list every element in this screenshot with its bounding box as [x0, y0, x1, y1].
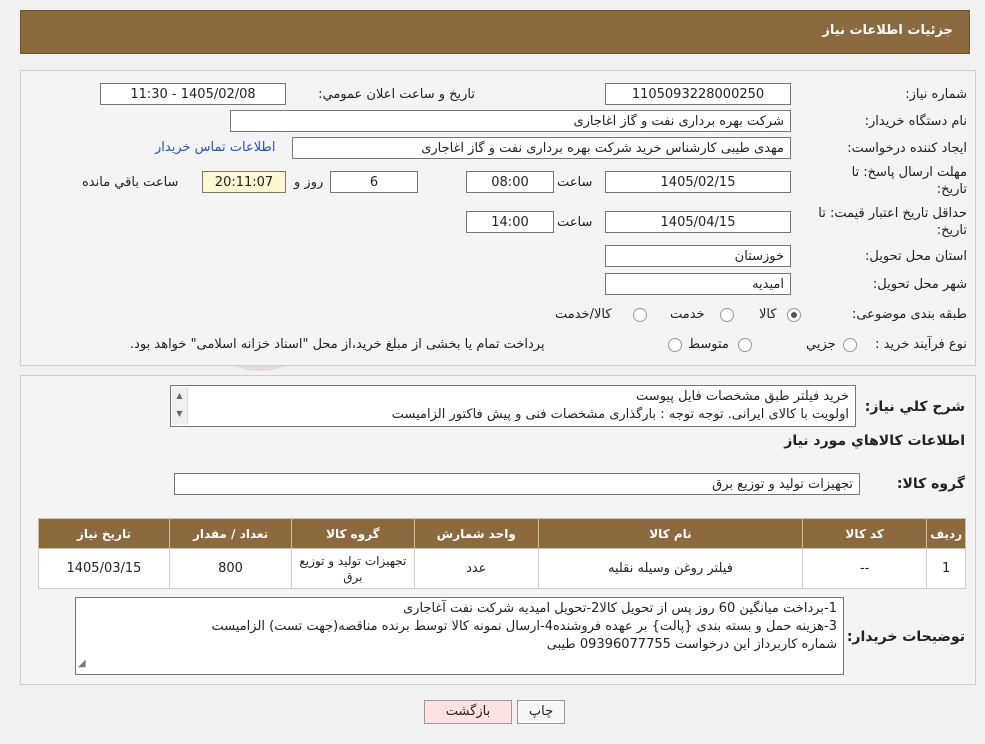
description-textarea[interactable]: خرید فیلتر طبق مشخصات فایل پیوست اولویت … [170, 385, 856, 427]
process-note: پرداخت تمام يا بخشی از مبلغ خريد،از محل … [130, 337, 545, 352]
category-radio-service[interactable] [720, 308, 734, 322]
page-header: جزئیات اطلاعات نیاز [20, 10, 970, 54]
col-header-unit: واحد شمارش [413, 518, 539, 549]
province-field: خوزستان [605, 245, 791, 267]
process-option-partial: جزيي [806, 337, 836, 352]
validity-time-field: 14:00 [466, 211, 554, 233]
print-button[interactable]: چاپ [517, 700, 565, 724]
need-number-field: 1105093228000250 [605, 83, 791, 105]
col-header-name: نام کالا [537, 518, 803, 549]
requester-label: ايجاد کننده درخواست: [847, 141, 967, 156]
deadline-time-label: ساعت [557, 175, 593, 190]
days-label: روز و [294, 175, 324, 190]
buyer-org-label: نام دستگاه خريدار: [864, 114, 967, 129]
days-remaining-field: 6 [330, 171, 418, 193]
description-label: شرح کلي نياز: [864, 399, 965, 415]
city-label: شهر محل تحويل: [872, 277, 967, 292]
buyer-notes-textarea[interactable]: 1-برداخت میانگین 60 روز پس از تحویل کالا… [75, 597, 844, 675]
goods-section-title: اطلاعات کالاهاي مورد نياز [784, 433, 965, 449]
category-radio-goods-service[interactable] [633, 308, 647, 322]
category-radio-goods[interactable] [787, 308, 801, 322]
description-line-1: خرید فیلتر طبق مشخصات فایل پیوست [636, 389, 849, 404]
goods-group-label: گروه کالا: [896, 476, 965, 492]
goods-table: رديف کد کالا نام کالا واحد شمارش گروه کا… [38, 518, 966, 589]
page-title: جزئیات اطلاعات نیاز [822, 23, 953, 38]
description-scrollbar[interactable]: ▲ ▼ [172, 387, 188, 425]
back-button[interactable]: بازگشت [424, 700, 512, 724]
goods-table-container: رديف کد کالا نام کالا واحد شمارش گروه کا… [38, 518, 966, 589]
col-header-code: کد کالا [801, 518, 928, 549]
validity-date-field: 1405/04/15 [605, 211, 791, 233]
announce-field: 1405/02/08 - 11:30 [100, 83, 286, 105]
col-header-group: گروه کالا [291, 518, 415, 549]
process-radio-partial[interactable] [843, 338, 857, 352]
col-header-need-date: تاريخ نياز [38, 518, 170, 549]
cell-code: -- [801, 548, 928, 589]
cell-need-date: 1405/03/15 [38, 548, 170, 589]
buyer-notes-line-1: 1-برداخت میانگین 60 روز پس از تحویل کالا… [403, 601, 837, 616]
buyer-notes-line-2: 3-هزینه حمل و بسته بندی {پالت} بر عهده ف… [211, 619, 837, 634]
category-option-service: خدمت [670, 307, 705, 322]
buyer-notes-line-3: شماره کاربرداز این درخواست 09396077755 ط… [546, 637, 837, 652]
validity-time-label: ساعت [557, 215, 593, 230]
deadline-label-1: مهلت ارسال پاسخ: تا [851, 165, 967, 180]
deadline-time-field: 08:00 [466, 171, 554, 193]
deadline-label-2: تاريخ: [936, 182, 967, 197]
remaining-time-field: 20:11:07 [202, 171, 286, 193]
col-header-quantity: تعداد / مقدار [168, 518, 293, 549]
validity-label-2: تاريخ: [936, 223, 967, 238]
province-label: استان محل تحويل: [865, 249, 967, 264]
process-radio-medium[interactable] [738, 338, 752, 352]
cell-unit: عدد [413, 548, 539, 589]
city-field: امیدیه [605, 273, 791, 295]
cell-row-number: 1 [926, 548, 966, 589]
process-radio-treasury[interactable] [668, 338, 682, 352]
category-option-goods: کالا [759, 307, 777, 322]
process-label: نوع فرآيند خريد : [875, 337, 967, 352]
deadline-date-field: 1405/02/15 [605, 171, 791, 193]
cell-quantity: 800 [168, 548, 293, 589]
description-line-2: اولویت با کالای ایرانی. توجه توجه : بارگ… [391, 407, 849, 422]
buyer-org-field: شرکت بهره برداری نفت و گاز اغاجاری [230, 110, 791, 132]
remaining-time-label: ساعت باقي مانده [82, 175, 179, 190]
category-label: طبقه بندی موضوعی: [851, 307, 967, 322]
goods-group-field: تجهیزات تولید و توزیع برق [174, 473, 860, 495]
buyer-notes-label: توضيحات خريدار: [846, 629, 965, 645]
buyer-contact-link[interactable]: اطلاعات تماس خريدار [155, 140, 275, 155]
category-option-goods-service: کالا/خدمت [555, 307, 612, 322]
col-header-row: رديف [926, 518, 966, 549]
validity-label-1: حداقل تاريخ اعتبار قيمت: تا [818, 206, 967, 221]
cell-group: تجهیزات تولید و توزیع برق [291, 548, 415, 589]
announce-label: تاریخ و ساعت اعلان عمومي: [318, 87, 475, 102]
table-row: 1 -- فیلتر روغن وسیله نقلیه عدد تجهیزات … [38, 548, 966, 589]
need-number-label: شماره نیاز: [905, 87, 967, 102]
cell-name: فیلتر روغن وسیله نقلیه [537, 548, 803, 589]
requester-field: مهدی طیبی کارشناس خرید شرکت بهره برداری … [292, 137, 791, 159]
resize-grip-icon[interactable]: ◢ [78, 655, 86, 673]
process-option-medium: متوسط [688, 337, 729, 352]
goods-table-header: رديف کد کالا نام کالا واحد شمارش گروه کا… [38, 518, 966, 549]
